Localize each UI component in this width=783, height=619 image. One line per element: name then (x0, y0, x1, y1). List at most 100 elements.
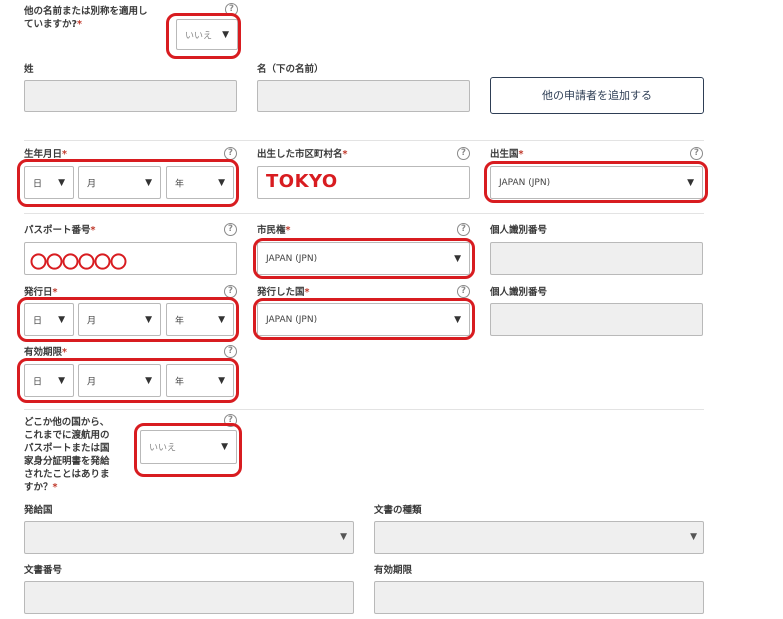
chevron-down-icon: ▼ (58, 177, 65, 188)
passport-number-label-text: パスポート番号 (24, 225, 91, 236)
other-passport-question-line: パスポートまたは国 (24, 443, 110, 454)
birth-city-value: TOKYO (266, 171, 338, 192)
issuing-country-value: JAPAN (JPN) (266, 314, 318, 325)
issue-year-value: 年 (175, 316, 185, 326)
passport-number-input[interactable]: 〇〇〇〇〇〇 (24, 242, 237, 275)
birth-month-select[interactable]: 月 ▼ (78, 166, 161, 199)
issue-date-label-text: 発行日 (24, 287, 53, 298)
chevron-down-icon: ▼ (145, 314, 152, 325)
chevron-down-icon: ▼ (222, 29, 229, 40)
doc-number-label: 文書番号 (24, 565, 63, 576)
help-icon[interactable]: ? (457, 285, 470, 298)
expiry-label: 有効期限* (24, 346, 67, 359)
required-marker: * (62, 149, 67, 160)
issue-month-select[interactable]: 月 ▼ (78, 303, 161, 336)
required-marker: * (90, 225, 96, 236)
doc-issuing-country-select[interactable]: ▼ (24, 521, 354, 554)
help-icon[interactable]: ? (224, 223, 237, 236)
issue-day-select[interactable]: 日 ▼ (24, 303, 74, 336)
doc-expiry-label: 有効期限 (374, 565, 413, 576)
birth-year-value: 年 (175, 179, 185, 189)
given-name-input[interactable] (257, 80, 470, 112)
chevron-down-icon: ▼ (145, 177, 152, 188)
doc-type-label: 文書の種類 (374, 505, 422, 516)
chevron-down-icon: ▼ (145, 375, 152, 386)
required-marker: * (62, 347, 67, 358)
birth-month-value: 月 (87, 179, 97, 189)
chevron-down-icon: ▼ (221, 442, 228, 452)
birth-year-select[interactable]: 年 ▼ (166, 166, 234, 199)
add-applicant-button[interactable]: 他の申請者を追加する (490, 77, 704, 114)
birth-day-select[interactable]: 日 ▼ (24, 166, 74, 199)
issuing-country-label-text: 発行した国 (257, 287, 305, 298)
doc-expiry-input[interactable] (374, 581, 704, 614)
surname-input[interactable] (24, 80, 237, 112)
expiry-year-select[interactable]: 年 ▼ (166, 364, 234, 397)
issue-year-select[interactable]: 年 ▼ (166, 303, 234, 336)
birth-country-value: JAPAN (JPN) (499, 177, 551, 188)
help-icon[interactable]: ? (225, 3, 238, 16)
other-passport-question-line: 家身分証明書を発給 (24, 456, 110, 467)
chevron-down-icon: ▼ (454, 253, 461, 264)
birth-country-label-text: 出生国 (490, 149, 519, 160)
other-passport-value: いいえ (149, 443, 177, 454)
surname-label: 姓 (24, 64, 34, 75)
expiry-month-value: 月 (87, 377, 97, 387)
doc-type-select[interactable]: ▼ (374, 521, 704, 554)
expiry-year-value: 年 (175, 377, 185, 387)
help-icon[interactable]: ? (224, 414, 237, 427)
issuing-country-label: 発行した国* (257, 286, 309, 299)
required-marker: * (77, 19, 82, 30)
expiry-month-select[interactable]: 月 ▼ (78, 364, 161, 397)
alias-select[interactable]: いいえ ▼ (176, 19, 238, 50)
passport-number-value: 〇〇〇〇〇〇 (30, 253, 127, 273)
divider (24, 213, 704, 214)
birth-country-select[interactable]: JAPAN (JPN) ▼ (490, 166, 703, 199)
birth-city-label: 出生した市区町村名* (257, 148, 347, 161)
other-passport-question-line: どこか他の国から、 (24, 417, 110, 428)
issue-date-label: 発行日* (24, 286, 57, 299)
chevron-down-icon: ▼ (454, 314, 461, 325)
personal-id-input-2[interactable] (490, 303, 703, 336)
other-passport-question-line: されたことはありま (24, 469, 110, 480)
chevron-down-icon: ▼ (58, 375, 65, 386)
personal-id-input[interactable] (490, 242, 703, 275)
issue-month-value: 月 (87, 316, 97, 326)
issuing-country-select[interactable]: JAPAN (JPN) ▼ (257, 303, 470, 336)
required-marker: * (518, 149, 524, 160)
personal-id-label-2: 個人識別番号 (490, 287, 548, 298)
required-marker: * (304, 287, 310, 298)
expiry-label-text: 有効期限 (24, 347, 63, 358)
expiry-day-select[interactable]: 日 ▼ (24, 364, 74, 397)
citizenship-label: 市民権* (257, 224, 290, 237)
alias-question-text-2: ていますか? (24, 19, 78, 30)
doc-issuing-country-label: 発給国 (24, 505, 53, 516)
required-marker: * (52, 482, 58, 493)
other-passport-question: どこか他の国から、 これまでに渡航用の パスポートまたは国 家身分証明書を発給 … (24, 416, 124, 494)
help-icon[interactable]: ? (224, 285, 237, 298)
help-icon[interactable]: ? (690, 147, 703, 160)
divider (24, 409, 704, 410)
citizenship-value: JAPAN (JPN) (266, 253, 318, 264)
birth-city-input[interactable]: TOKYO (257, 166, 470, 199)
birth-city-label-text: 出生した市区町村名 (257, 149, 343, 160)
passport-number-label: パスポート番号* (24, 224, 95, 237)
help-icon[interactable]: ? (457, 223, 470, 236)
chevron-down-icon: ▼ (218, 314, 225, 325)
other-passport-question-line: これまでに渡航用の (24, 430, 110, 441)
chevron-down-icon: ▼ (687, 177, 694, 188)
birth-date-label-text: 生年月日 (24, 149, 63, 160)
required-marker: * (52, 287, 58, 298)
chevron-down-icon: ▼ (340, 532, 347, 542)
help-icon[interactable]: ? (457, 147, 470, 160)
doc-number-input[interactable] (24, 581, 354, 614)
other-passport-select[interactable]: いいえ ▼ (140, 430, 237, 464)
issue-day-value: 日 (33, 316, 43, 326)
help-icon[interactable]: ? (224, 345, 237, 358)
birth-country-label: 出生国* (490, 148, 523, 161)
expiry-day-value: 日 (33, 377, 43, 387)
citizenship-select[interactable]: JAPAN (JPN) ▼ (257, 242, 470, 275)
birth-day-value: 日 (33, 179, 43, 189)
help-icon[interactable]: ? (224, 147, 237, 160)
chevron-down-icon: ▼ (58, 314, 65, 325)
